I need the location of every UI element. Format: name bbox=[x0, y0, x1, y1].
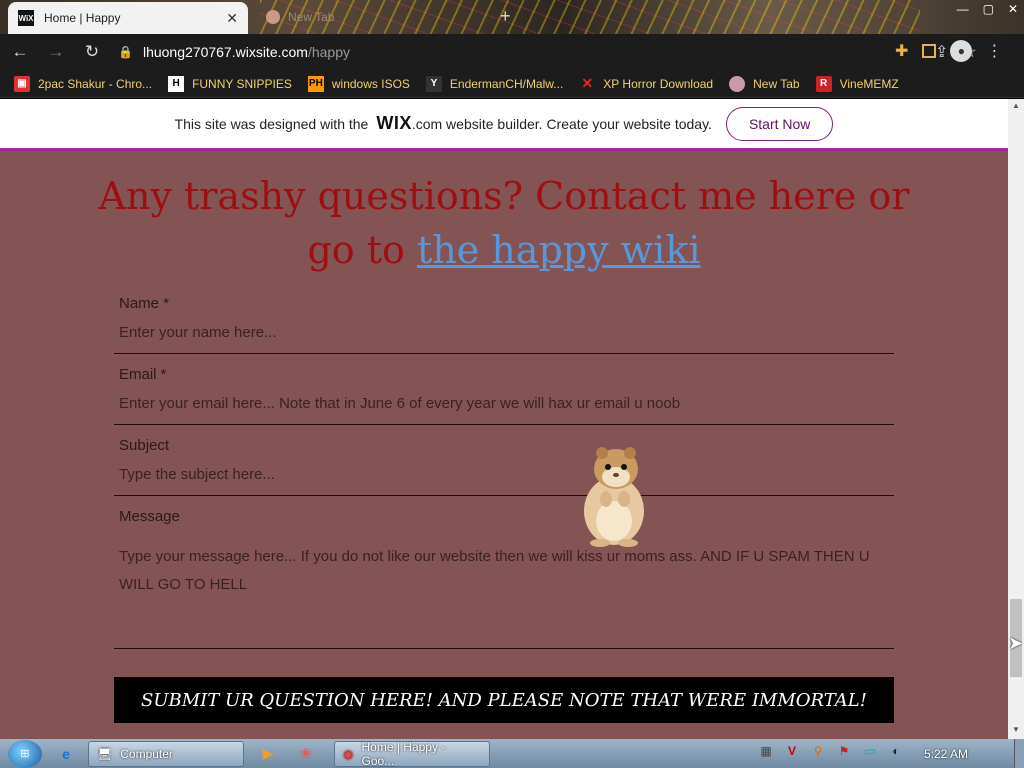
heading-line-1: Any trashy questions? Contact me here or bbox=[98, 174, 910, 218]
bookmark-label: EndermanCH/Malw... bbox=[449, 76, 564, 91]
profile-avatar-icon[interactable]: ● bbox=[950, 40, 973, 62]
start-now-button[interactable]: Start Now bbox=[725, 106, 834, 141]
system-tray: ▦ V ⚲ ⚑ ▭ ◐ bbox=[758, 743, 904, 759]
browser-tab-strip: WiX Home | Happy ✕ New Tab + — ▢ ✕ bbox=[0, 0, 1024, 34]
happy-wiki-link[interactable]: the happy wiki bbox=[417, 228, 701, 272]
bookmarks-bar: ▣ 2pac Shakur - Chro... H FUNNY SNIPPIES… bbox=[0, 70, 1024, 98]
network-icon[interactable]: ▭ bbox=[862, 743, 878, 759]
email-field[interactable]: Enter your email here... Note that in Ju… bbox=[114, 383, 894, 425]
banner-text-before: This site was designed with the bbox=[174, 115, 369, 132]
bookmark-label: FUNNY SNIPPIES bbox=[192, 76, 292, 91]
bookmark-xp-horror[interactable]: ✕ XP Horror Download bbox=[579, 75, 714, 92]
back-icon[interactable]: ← bbox=[4, 42, 36, 62]
banner-text-after: .com website builder. Create your websit… bbox=[411, 115, 712, 132]
clock[interactable]: 5:22 AM bbox=[924, 747, 968, 761]
bookmark-label: XP Horror Download bbox=[603, 76, 714, 91]
windows-taskbar: ⊞ e 🖥 Computer ▶ ❀ ◉ Home | Happy - Goo.… bbox=[0, 739, 1024, 768]
message-label: Message bbox=[119, 508, 180, 525]
wix-banner: This site was designed with the WIX .com… bbox=[0, 99, 1008, 151]
tab-home-happy[interactable]: WiX Home | Happy ✕ bbox=[8, 2, 248, 34]
task-chrome[interactable]: ◉ Home | Happy - Goo... bbox=[334, 739, 490, 768]
h-logo-icon: H bbox=[168, 75, 185, 92]
forward-icon[interactable]: → bbox=[40, 42, 72, 62]
lock-icon[interactable]: 🔒 bbox=[118, 45, 133, 59]
heading-line-2: go to the happy wiki bbox=[0, 223, 1008, 277]
hamster-image bbox=[584, 447, 644, 547]
tab-title: Home | Happy bbox=[44, 11, 121, 25]
newtab-icon bbox=[266, 10, 280, 24]
browser-toolbar: ← → ↻ 🔒 lhuong270767.wixsite.com /happy … bbox=[0, 34, 1024, 70]
tray-icon-v[interactable]: V bbox=[784, 743, 800, 759]
bookmark-label: VineMEMZ bbox=[839, 76, 899, 91]
chrome-icon: ◉ bbox=[343, 746, 354, 761]
name-field[interactable]: Enter your name here... bbox=[114, 312, 894, 354]
subject-label: Subject bbox=[119, 437, 170, 454]
subject-field[interactable]: Type the subject here... bbox=[114, 454, 894, 496]
new-tab-button[interactable]: + bbox=[500, 6, 511, 27]
bookmark-vinememz[interactable]: R VineMEMZ bbox=[815, 75, 899, 92]
url-host: lhuong270767.wixsite.com bbox=[142, 44, 308, 60]
ph-logo-icon: PH bbox=[307, 75, 324, 92]
yp-logo-icon: Y bbox=[425, 75, 442, 92]
scroll-up-arrow-icon[interactable]: ▲ bbox=[1012, 101, 1020, 110]
close-tab-icon[interactable]: ✕ bbox=[226, 10, 238, 27]
extensions-puzzle-icon[interactable]: ✚ bbox=[895, 41, 908, 61]
bookmark-2pac[interactable]: ▣ 2pac Shakur - Chro... bbox=[14, 75, 153, 92]
submit-button[interactable]: SUBMIT UR QUESTION HERE! AND PLEASE NOTE… bbox=[114, 677, 894, 723]
address-bar[interactable]: 🔒 lhuong270767.wixsite.com /happy ⇪ ☆ bbox=[110, 39, 977, 65]
x-logo-icon: ✕ bbox=[581, 75, 594, 91]
wix-icon: WiX bbox=[18, 10, 34, 26]
mouse-cursor-icon: ➤ bbox=[1008, 633, 1024, 653]
wix-logo[interactable]: WIX bbox=[376, 113, 412, 134]
task-label: Home | Happy - Goo... bbox=[361, 739, 446, 768]
chrome-store-icon: ▣ bbox=[14, 75, 30, 92]
volume-icon[interactable]: ◐ bbox=[888, 743, 904, 759]
newtab-icon bbox=[729, 75, 746, 92]
internet-explorer-icon[interactable]: e bbox=[52, 742, 80, 766]
side-panel-icon[interactable] bbox=[922, 44, 937, 58]
tray-icon-1[interactable]: ▦ bbox=[758, 743, 774, 759]
message-field[interactable]: Type your message here... If you do not … bbox=[114, 525, 894, 649]
r-logo-icon: R bbox=[815, 75, 832, 92]
media-player-icon[interactable]: ▶ bbox=[254, 742, 282, 766]
name-label: Name * bbox=[119, 295, 170, 312]
tab-new-tab[interactable]: New Tab bbox=[258, 6, 478, 28]
maximize-icon[interactable]: ▢ bbox=[983, 2, 994, 16]
app-icon[interactable]: ❀ bbox=[292, 742, 320, 766]
contact-form: Name * Enter your name here... Email * E… bbox=[114, 291, 894, 649]
bookmark-endermanch[interactable]: Y EndermanCH/Malw... bbox=[425, 75, 564, 92]
bookmark-new-tab[interactable]: New Tab bbox=[729, 75, 800, 92]
bookmark-label: windows ISOS bbox=[331, 76, 410, 91]
email-label: Email * bbox=[119, 366, 167, 383]
bookmark-windows-isos[interactable]: PH windows ISOS bbox=[307, 75, 410, 92]
tab-title: New Tab bbox=[288, 10, 335, 24]
reload-icon[interactable]: ↻ bbox=[76, 42, 108, 62]
url-path: /happy bbox=[307, 44, 350, 60]
page-heading: Any trashy questions? Contact me here or… bbox=[0, 169, 1008, 277]
task-label: Computer bbox=[120, 746, 173, 761]
window-controls: — ▢ ✕ bbox=[957, 2, 1018, 16]
bookmark-label: 2pac Shakur - Chro... bbox=[38, 76, 153, 91]
scroll-down-arrow-icon[interactable]: ▼ bbox=[1012, 725, 1020, 734]
show-desktop-button[interactable] bbox=[1014, 739, 1024, 768]
task-computer[interactable]: 🖥 Computer bbox=[88, 740, 244, 767]
close-window-icon[interactable]: ✕ bbox=[1008, 2, 1018, 16]
bookmark-funny-snippies[interactable]: H FUNNY SNIPPIES bbox=[168, 75, 292, 92]
search-icon[interactable]: ⚲ bbox=[810, 743, 826, 759]
heading-prefix: go to bbox=[307, 228, 417, 272]
start-button[interactable]: ⊞ bbox=[8, 739, 42, 768]
flag-icon[interactable]: ⚑ bbox=[836, 743, 852, 759]
computer-icon: 🖥 bbox=[97, 746, 113, 761]
minimize-icon[interactable]: — bbox=[957, 2, 969, 16]
bookmark-label: New Tab bbox=[753, 76, 800, 91]
browser-menu-icon[interactable]: ⋮ bbox=[986, 41, 1002, 61]
page-viewport: This site was designed with the WIX .com… bbox=[0, 99, 1024, 739]
